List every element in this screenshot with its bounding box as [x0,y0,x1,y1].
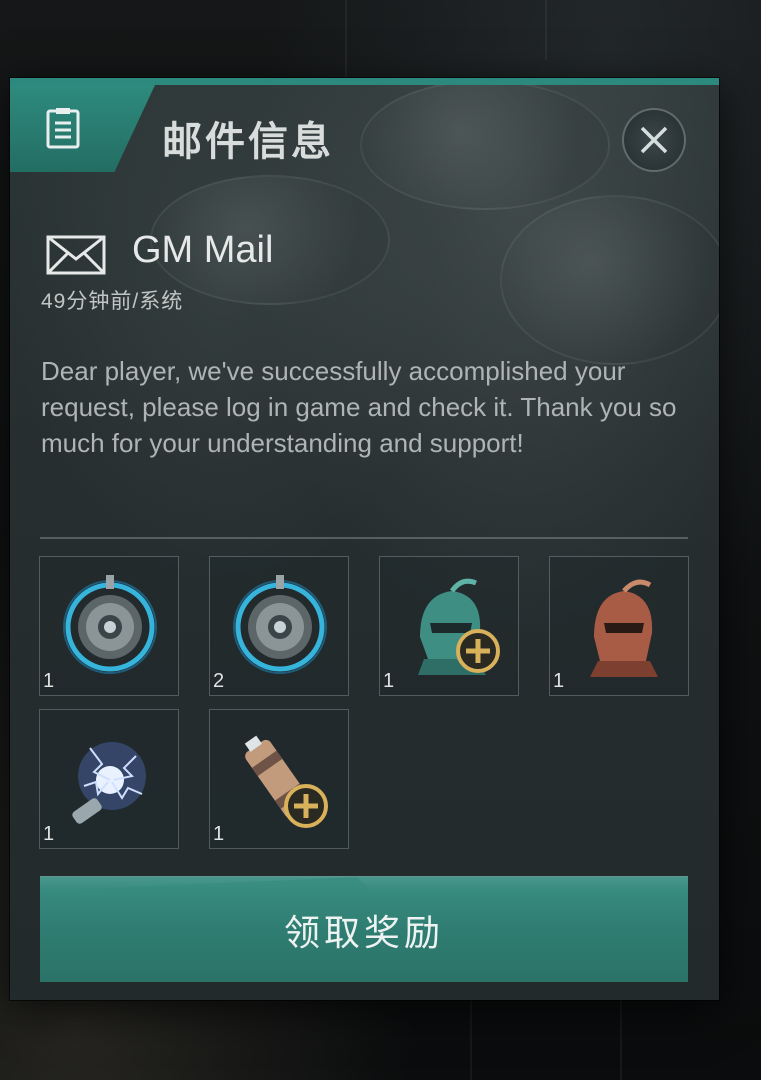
mail-dialog: 邮件信息 GM Mail 49分钟前/系统 Dear player, we've… [10,78,719,1000]
blue-core-module-icon [63,575,157,674]
claim-rewards-button[interactable]: 领取奖励 [40,876,688,982]
reward-slot[interactable]: 2 [209,556,349,696]
reward-slot[interactable]: 1 [39,556,179,696]
close-icon [640,126,668,154]
document-icon [46,108,80,149]
envelope-icon [46,235,106,275]
reward-slot[interactable]: 1 [379,556,519,696]
close-button[interactable] [622,108,686,172]
header-tab [10,85,155,172]
blue-core-module-icon [233,575,327,674]
battery-plus-icon [244,735,328,828]
reward-quantity: 1 [43,670,55,692]
lightning-energy-icon [72,742,146,824]
reward-quantity: 1 [43,823,55,845]
reward-quantity: 1 [383,670,395,692]
mail-meta: 49分钟前/系统 [41,290,184,313]
reward-slot[interactable]: 1 [549,556,689,696]
reward-quantity: 2 [213,670,225,692]
green-helmet-plus-icon [418,578,500,675]
copper-helmet-icon [590,579,658,677]
reward-slot[interactable]: 1 [39,709,179,849]
dialog-title: 邮件信息 [162,120,334,164]
divider [40,537,688,539]
reward-quantity: 1 [553,670,565,692]
claim-button-label: 领取奖励 [283,911,444,953]
mail-body: Dear player, we've successfully accompli… [41,356,677,458]
reward-slot[interactable]: 1 [209,709,349,849]
mail-sender: GM Mail [132,229,274,271]
reward-quantity: 1 [213,823,225,845]
